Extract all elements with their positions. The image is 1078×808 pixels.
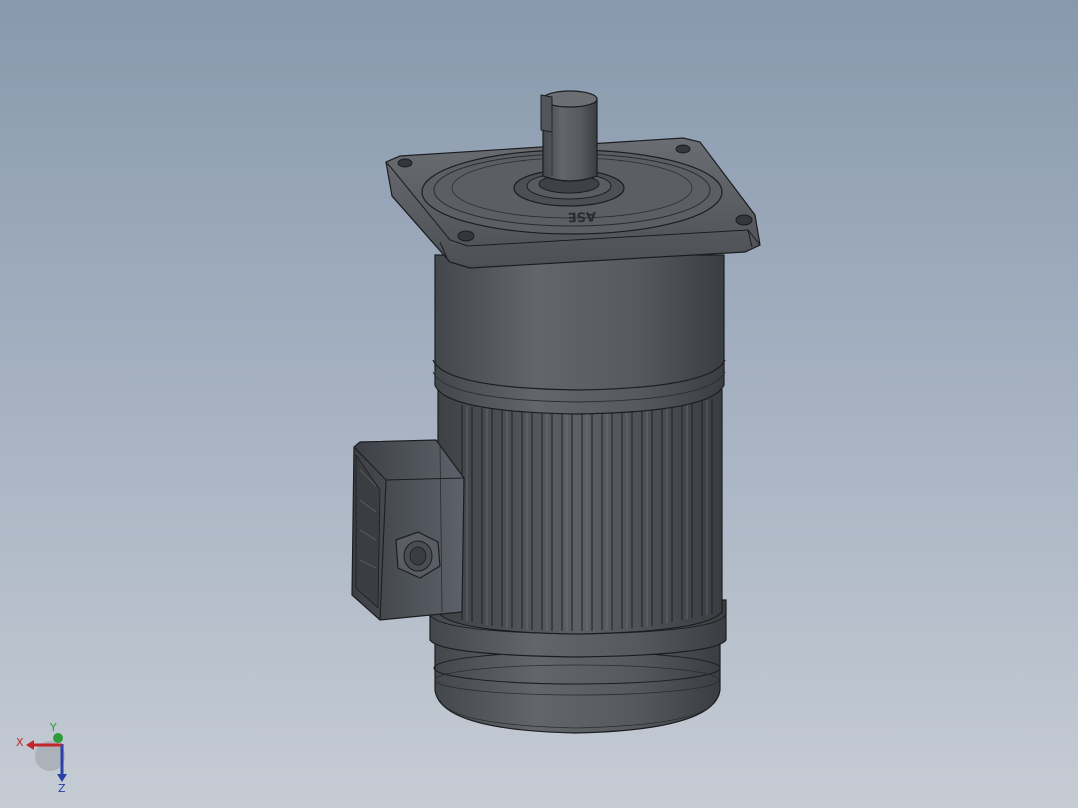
output-shaft: [540, 90, 598, 182]
shaft-key: [540, 94, 553, 133]
x-axis-arrowhead: [26, 740, 34, 750]
y-axis-label: Y: [49, 721, 57, 734]
flange-marking: ASE: [567, 208, 596, 224]
flange-hole-back-left: [397, 158, 413, 168]
gear-motor-model[interactable]: ASE: [0, 0, 1078, 808]
terminal-box: [351, 439, 465, 621]
gearbox-housing: [432, 254, 726, 415]
x-axis-label: X: [16, 736, 24, 749]
3d-viewport[interactable]: ASE X Y Z: [0, 0, 1078, 808]
z-axis-label: Z: [58, 782, 66, 794]
flange-hole-back-right: [675, 144, 691, 154]
finned-motor-body: [437, 389, 723, 635]
z-axis-arrowhead: [57, 774, 67, 782]
y-axis: [53, 733, 63, 743]
flange-hole-front-right: [735, 214, 753, 226]
orientation-triad: X Y Z: [16, 721, 67, 794]
flange-hole-front-left: [457, 230, 475, 242]
